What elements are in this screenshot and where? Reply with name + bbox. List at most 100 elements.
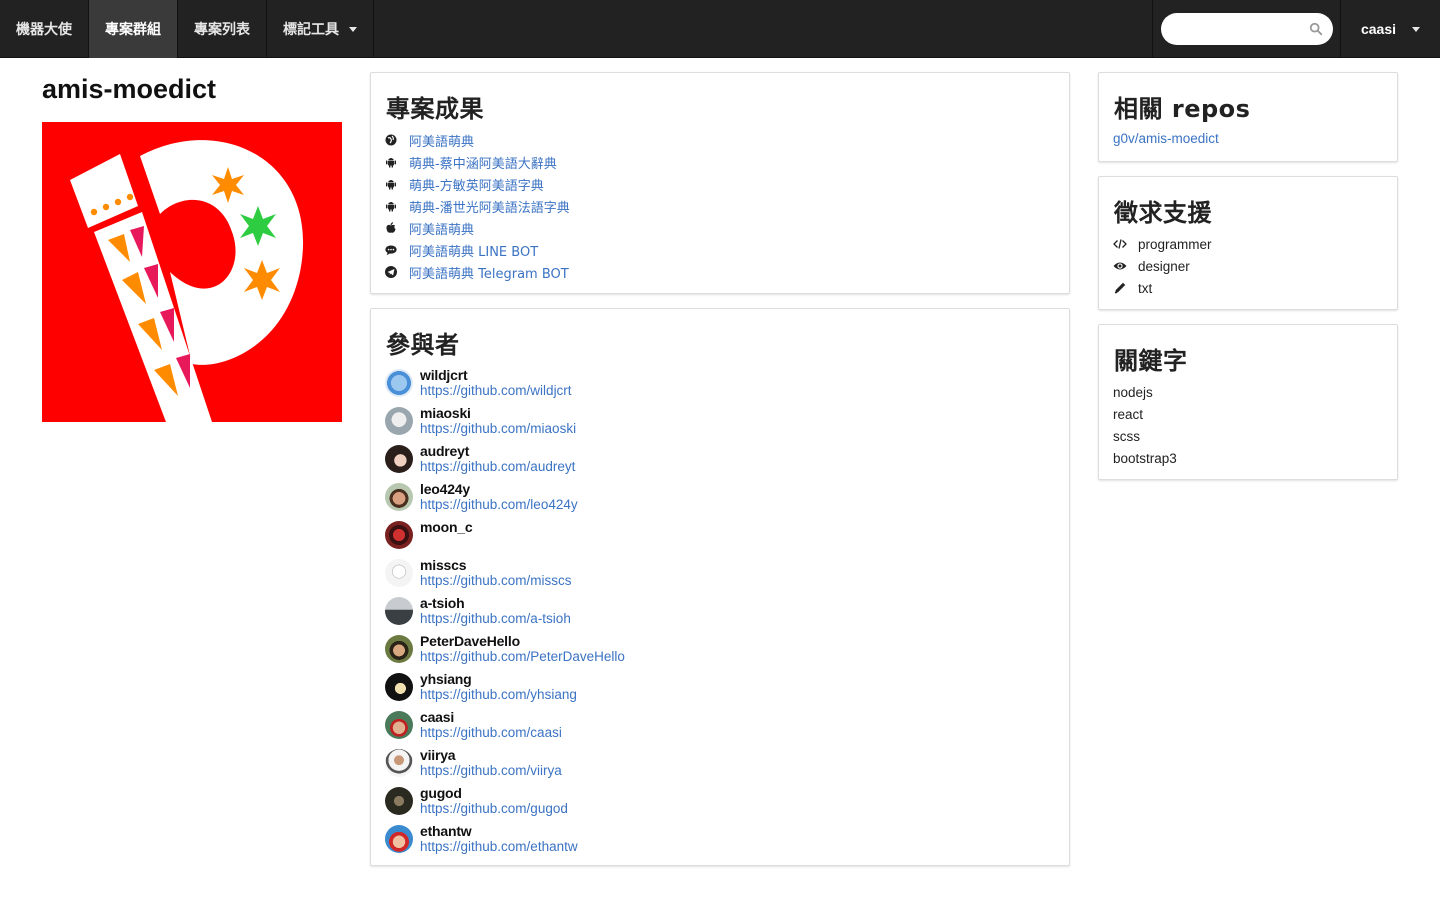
participant-name: yhsiang [420,671,472,687]
repo-link[interactable]: g0v/amis-moedict [1113,131,1219,146]
participant-item: miaoski https://github.com/miaoski [385,405,625,443]
avatar[interactable] [385,597,413,625]
result-item: 阿美語萌典 [385,129,570,151]
participant-url[interactable]: https://github.com/misscs [420,573,572,589]
telegram-icon [385,266,397,278]
participant-url[interactable]: https://github.com/gugod [420,801,568,817]
participant-name: ethantw [420,823,472,839]
android-icon [386,202,396,212]
user-menu[interactable]: caasi [1340,0,1440,58]
eye-icon [1113,262,1127,270]
participant-item: caasi https://github.com/caasi [385,709,625,747]
participant-name: viirya [420,747,456,763]
avatar[interactable] [385,407,413,435]
participants-heading: 參與者 [386,331,460,359]
user-name: caasi [1360,21,1397,37]
pencil-icon [1114,282,1126,294]
participant-item: yhsiang https://github.com/yhsiang [385,671,625,709]
help-label: txt [1138,280,1153,296]
nav-menu: 機器大使 專案群組 專案列表 標記工具 [0,0,374,58]
avatar[interactable] [385,445,413,473]
participant-name: leo424y [420,481,470,497]
repos-panel: 相關 repos g0v/amis-moedict [1098,72,1398,162]
participant-name: gugod [420,785,462,801]
nav-item-label: 標記工具 [283,22,339,38]
participant-url[interactable]: https://github.com/miaoski [420,421,576,437]
result-link[interactable]: 阿美語萌典 Telegram BOT [409,263,569,282]
participant-url[interactable]: https://github.com/viirya [420,763,562,779]
repos-heading: 相關 repos [1114,95,1251,123]
participant-name: a-tsioh [420,595,465,611]
code-icon [1113,239,1127,249]
result-link[interactable]: 阿美語萌典 LINE BOT [409,241,538,260]
nav-item-ambassador[interactable]: 機器大使 [0,0,89,58]
result-link[interactable]: 萌典-潘世光阿美語法語字典 [409,197,570,216]
participant-list: wildjcrt https://github.com/wildjcrt miao… [385,367,625,861]
result-item: 阿美語萌典 Telegram BOT [385,261,570,283]
participant-item: wildjcrt https://github.com/wildjcrt [385,367,625,405]
participants-panel: 參與者 wildjcrt https://github.com/wildjcrt … [370,308,1070,866]
participant-url[interactable]: https://github.com/wildjcrt [420,383,572,399]
result-link[interactable]: 萌典-方敏英阿美語字典 [409,175,544,194]
results-heading: 專案成果 [386,95,484,123]
nav-right: caasi [1152,0,1440,58]
keywords-heading: 關鍵字 [1114,347,1188,375]
participant-url[interactable]: https://github.com/PeterDaveHello [420,649,625,665]
participant-item: audreyt https://github.com/audreyt [385,443,625,481]
avatar[interactable] [385,559,413,587]
nav-item-tag-tools[interactable]: 標記工具 [267,0,374,58]
help-label: programmer [1138,236,1212,252]
help-list: programmer designer txt [1113,233,1212,299]
keyword-list: nodejs react scss bootstrap3 [1113,381,1177,469]
top-navbar: 機器大使 專案群組 專案列表 標記工具 caasi [0,0,1440,58]
participant-name: misscs [420,557,467,573]
search-icon[interactable] [1309,22,1323,36]
avatar[interactable] [385,673,413,701]
participant-url[interactable]: https://github.com/ethantw [420,839,578,855]
project-title: amis-moedict [42,74,217,104]
avatar[interactable] [385,825,413,853]
result-item: 萌典-蔡中涵阿美語大辭典 [385,151,570,173]
avatar[interactable] [385,749,413,777]
result-link[interactable]: 阿美語萌典 [409,219,474,238]
participant-name: audreyt [420,443,470,459]
result-link[interactable]: 阿美語萌典 [409,131,474,150]
participant-url[interactable]: https://github.com/a-tsioh [420,611,571,627]
search-box [1160,13,1333,45]
apple-icon [386,222,396,233]
project-logo [42,122,342,422]
result-item: 阿美語萌典 LINE BOT [385,239,570,261]
result-item: 阿美語萌典 [385,217,570,239]
avatar[interactable] [385,369,413,397]
participant-item: misscs https://github.com/misscs [385,557,625,595]
participant-url[interactable]: https://github.com/yhsiang [420,687,577,703]
results-panel: 專案成果 阿美語萌典 萌典-蔡中涵阿美語大辭典 萌典-方敏英阿美語字典 萌典-潘… [370,72,1070,294]
help-label: designer [1138,258,1190,274]
nav-item-project-list[interactable]: 專案列表 [178,0,267,58]
chat-icon [385,245,397,256]
avatar[interactable] [385,635,413,663]
help-heading: 徵求支援 [1114,199,1212,227]
result-item: 萌典-潘世光阿美語法語字典 [385,195,570,217]
android-icon [386,180,396,190]
participant-item: moon_c [385,519,625,557]
participant-url[interactable]: https://github.com/audreyt [420,459,575,475]
participant-item: ethantw https://github.com/ethantw [385,823,625,861]
nav-item-label: 機器大使 [16,22,72,38]
avatar[interactable] [385,521,413,549]
participant-item: leo424y https://github.com/leo424y [385,481,625,519]
avatar[interactable] [385,483,413,511]
participant-item: gugod https://github.com/gugod [385,785,625,823]
keyword-item: react [1113,406,1144,422]
keyword-item: scss [1113,428,1140,444]
keyword-item: bootstrap3 [1113,450,1177,466]
avatar[interactable] [385,787,413,815]
nav-item-project-groups[interactable]: 專案群組 [89,0,178,58]
nav-item-label: 專案列表 [194,22,250,38]
search-input[interactable] [1160,13,1333,45]
result-item: 萌典-方敏英阿美語字典 [385,173,570,195]
participant-url[interactable]: https://github.com/leo424y [420,497,578,513]
result-link[interactable]: 萌典-蔡中涵阿美語大辭典 [409,153,557,172]
avatar[interactable] [385,711,413,739]
participant-url[interactable]: https://github.com/caasi [420,725,562,741]
